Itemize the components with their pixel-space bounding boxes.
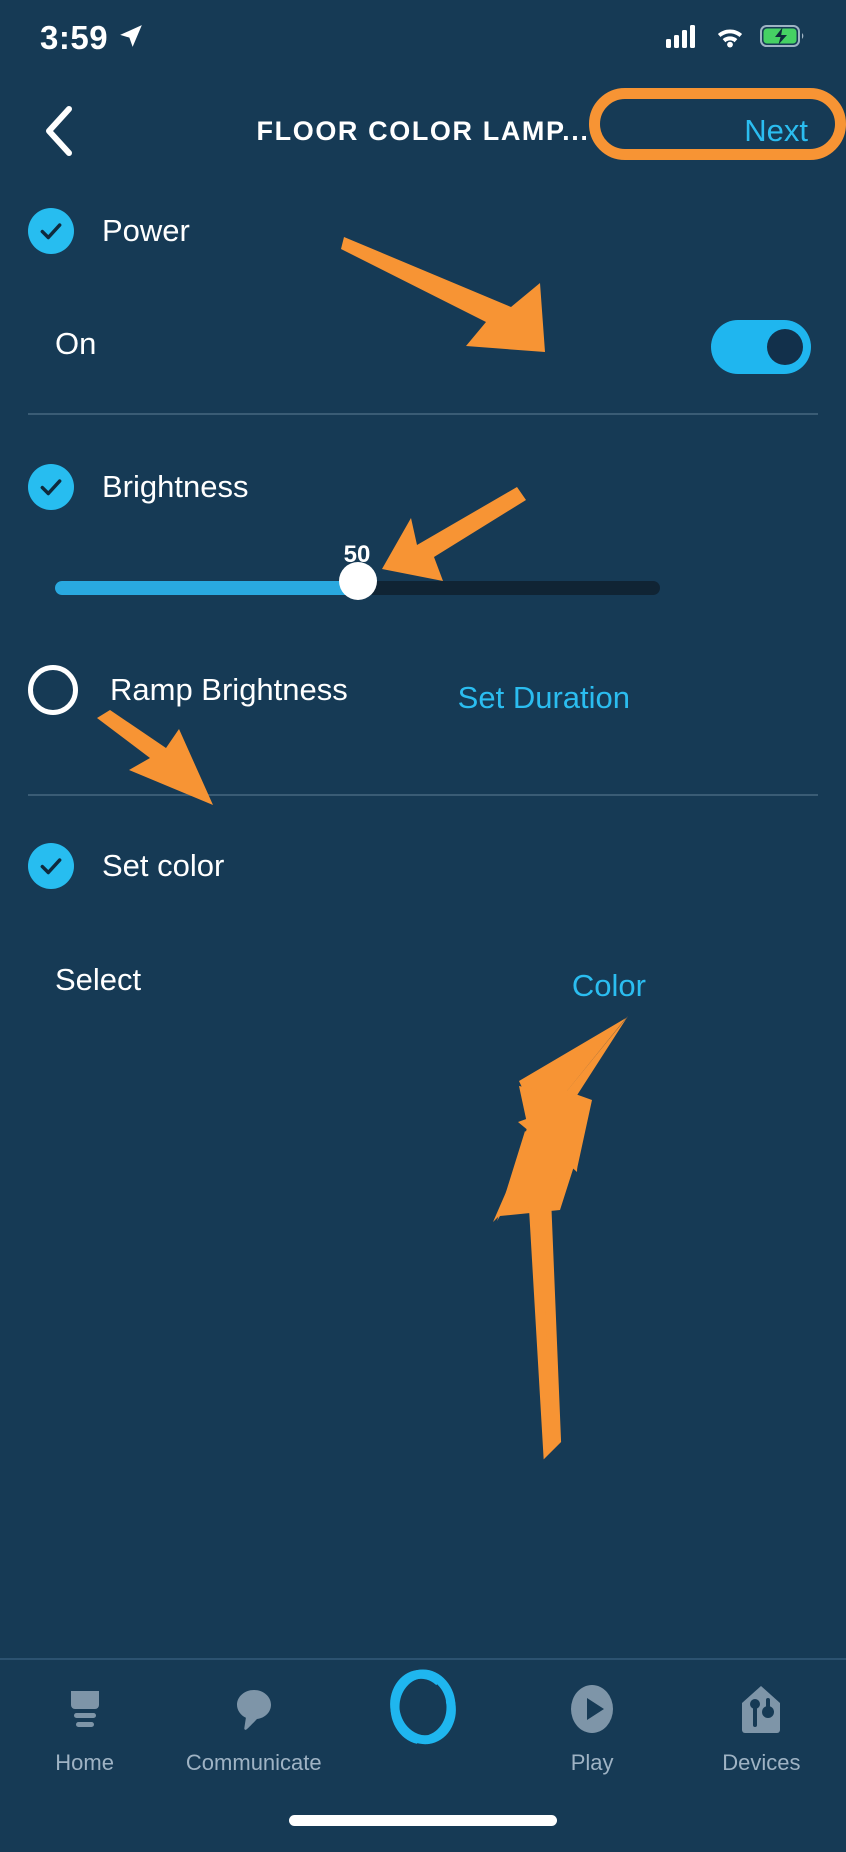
slider-thumb[interactable] bbox=[338, 562, 377, 600]
set-duration-link[interactable]: Set Duration bbox=[458, 680, 630, 716]
home-icon bbox=[57, 1678, 113, 1740]
next-button[interactable]: Next bbox=[744, 113, 808, 149]
play-circle-icon bbox=[564, 1678, 620, 1740]
arrow-to-toggle bbox=[341, 237, 545, 352]
power-state-label: On bbox=[55, 326, 97, 361]
page-title: FLOOR COLOR LAMP... bbox=[256, 115, 590, 146]
toggle-knob bbox=[767, 329, 803, 365]
check-icon bbox=[28, 464, 74, 510]
power-section-checkbox-row[interactable]: Power bbox=[28, 208, 190, 254]
devices-icon bbox=[733, 1678, 789, 1740]
status-bar-right bbox=[666, 24, 806, 53]
tab-label: Home bbox=[55, 1750, 114, 1775]
tab-label: Communicate bbox=[185, 1750, 322, 1775]
ramp-brightness-label: Ramp Brightness bbox=[110, 672, 348, 707]
set-color-label: Set color bbox=[102, 848, 225, 883]
app-header: FLOOR COLOR LAMP... Next bbox=[0, 76, 846, 186]
slider-fill bbox=[55, 581, 358, 595]
ramp-brightness-checkbox-row[interactable]: Ramp Brightness bbox=[28, 665, 348, 715]
home-indicator bbox=[289, 1815, 557, 1826]
arrow-to-slider bbox=[382, 487, 526, 581]
brightness-label: Brightness bbox=[102, 469, 249, 504]
tab-label: Devices bbox=[722, 1750, 801, 1775]
speech-bubble-icon bbox=[226, 1678, 282, 1740]
color-value-link[interactable]: Color bbox=[572, 968, 646, 1004]
divider-brightness-color bbox=[28, 794, 818, 796]
status-bar: 3:59 bbox=[0, 0, 846, 76]
alexa-ring-icon bbox=[382, 1669, 464, 1750]
set-color-section-checkbox-row[interactable]: Set color bbox=[28, 843, 224, 889]
tab-play[interactable]: Play bbox=[508, 1678, 676, 1776]
battery-charging-icon bbox=[760, 24, 806, 53]
tab-home[interactable]: Home bbox=[1, 1678, 169, 1776]
annotation-arrow-layer bbox=[97, 237, 628, 1460]
unchecked-circle-icon bbox=[28, 665, 78, 715]
app-screen: 3:59 FLOOR COLOR LAMP... Next Power On B… bbox=[0, 0, 846, 1852]
status-bar-left: 3:59 bbox=[40, 19, 144, 57]
select-label: Select bbox=[55, 962, 142, 997]
bottom-tab-bar: Home Communicate Play Devices bbox=[0, 1660, 846, 1790]
location-arrow-icon bbox=[118, 23, 144, 54]
check-icon bbox=[28, 208, 74, 254]
tab-label: Play bbox=[570, 1750, 614, 1775]
divider-power-brightness bbox=[28, 413, 818, 415]
tab-devices[interactable]: Devices bbox=[677, 1678, 845, 1776]
arrow-to-color bbox=[493, 1016, 628, 1460]
wifi-icon bbox=[714, 24, 746, 53]
power-toggle[interactable] bbox=[711, 320, 811, 374]
tab-alexa[interactable] bbox=[339, 1669, 507, 1750]
brightness-section-checkbox-row[interactable]: Brightness bbox=[28, 464, 248, 510]
status-time: 3:59 bbox=[40, 19, 109, 56]
power-label: Power bbox=[102, 213, 190, 248]
arrow-to-ramp-checkbox bbox=[97, 710, 213, 805]
tab-communicate[interactable]: Communicate bbox=[170, 1678, 338, 1776]
cellular-signal-icon bbox=[666, 24, 700, 53]
check-icon bbox=[28, 843, 74, 889]
